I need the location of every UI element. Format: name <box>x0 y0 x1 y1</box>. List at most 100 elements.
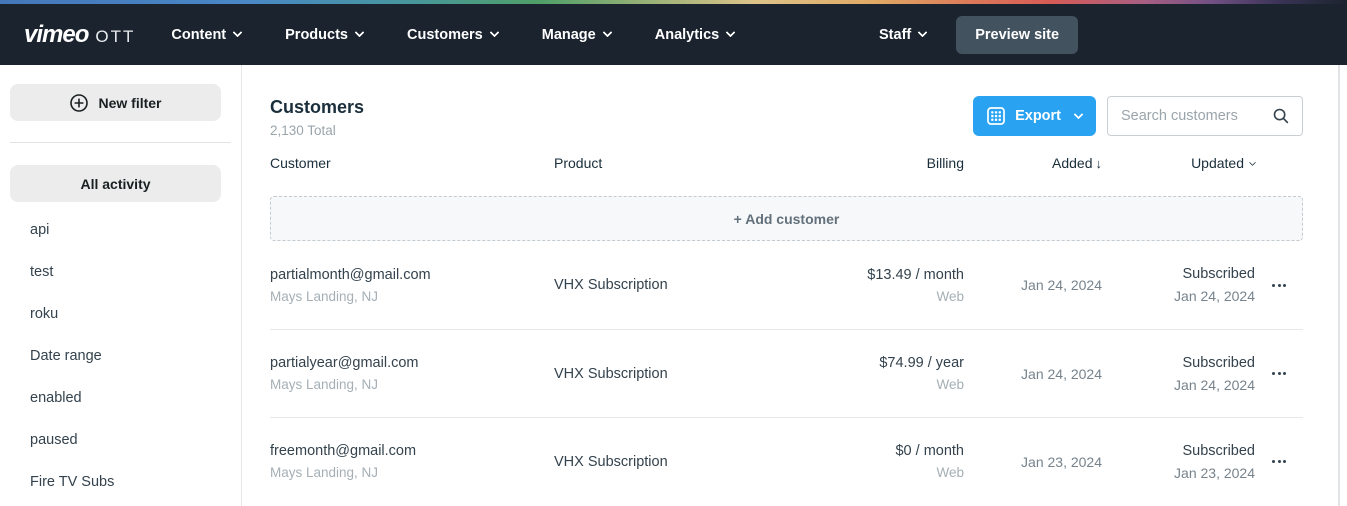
grid-table-icon <box>987 107 1005 125</box>
product-cell: VHX Subscription <box>554 454 794 470</box>
chevron-down-icon <box>233 28 243 38</box>
filter-item-test[interactable]: test <box>0 251 241 293</box>
added-date: Jan 24, 2024 <box>964 366 1102 382</box>
search-input[interactable] <box>1121 108 1272 124</box>
nav-item-label: Analytics <box>655 27 719 43</box>
nav-item-analytics[interactable]: Analytics <box>655 27 734 43</box>
column-header-customer[interactable]: Customer <box>270 155 554 171</box>
navbar-right-group: Staff Preview site <box>879 4 1078 65</box>
table-header-row: Customer Product Billing Added ↓ Updated <box>270 155 1303 171</box>
table-row[interactable]: partialmonth@gmail.com Mays Landing, NJ … <box>270 241 1303 329</box>
all-activity-button[interactable]: All activity <box>10 165 221 202</box>
staff-menu[interactable]: Staff <box>879 27 926 43</box>
customer-location: Mays Landing, NJ <box>270 289 554 304</box>
column-header-updated[interactable]: Updated <box>1102 155 1255 171</box>
nav-item-customers[interactable]: Customers <box>407 27 498 43</box>
column-header-label: Customer <box>270 155 331 171</box>
billing-cell: $13.49 / month Web <box>794 267 964 304</box>
billing-platform: Web <box>936 465 964 480</box>
customers-total-count: 2,130 Total <box>270 123 364 138</box>
nav-item-label: Manage <box>542 27 596 43</box>
filter-item-paused[interactable]: paused <box>0 419 241 461</box>
staff-menu-label: Staff <box>879 27 911 43</box>
header-actions: Export <box>973 96 1303 136</box>
row-options-ellipsis-button[interactable] <box>1268 454 1290 469</box>
add-customer-button[interactable]: + Add customer <box>270 196 1303 241</box>
row-options-ellipsis-button[interactable] <box>1268 278 1290 293</box>
table-row[interactable]: freemonth@gmail.com Mays Landing, NJ VHX… <box>270 417 1303 505</box>
added-date: Jan 24, 2024 <box>964 277 1102 293</box>
top-navbar: vimeo OTT Content Products Customers Man… <box>0 0 1347 65</box>
main-header: Customers 2,130 Total Export <box>270 96 1303 138</box>
new-filter-label: New filter <box>98 95 161 111</box>
chevron-down-icon <box>918 28 928 38</box>
column-header-billing[interactable]: Billing <box>794 155 964 171</box>
table-row[interactable]: partialyear@gmail.com Mays Landing, NJ V… <box>270 329 1303 417</box>
column-header-product[interactable]: Product <box>554 155 794 171</box>
logo-suffix-text: OTT <box>95 27 135 47</box>
filter-item-roku[interactable]: roku <box>0 293 241 335</box>
search-box <box>1107 96 1303 136</box>
new-filter-button[interactable]: New filter <box>10 84 221 121</box>
actions-cell <box>1255 454 1303 469</box>
customer-email[interactable]: partialyear@gmail.com <box>270 355 554 371</box>
subscription-status: Subscribed <box>1182 266 1255 282</box>
export-button[interactable]: Export <box>973 96 1096 136</box>
nav-item-manage[interactable]: Manage <box>542 27 611 43</box>
chevron-down-icon <box>355 28 365 38</box>
row-options-ellipsis-button[interactable] <box>1268 366 1290 381</box>
product-cell: VHX Subscription <box>554 277 794 293</box>
billing-price: $74.99 / year <box>879 355 964 371</box>
column-header-added[interactable]: Added ↓ <box>964 155 1102 171</box>
customer-email[interactable]: partialmonth@gmail.com <box>270 267 554 283</box>
billing-cell: $0 / month Web <box>794 443 964 480</box>
nav-item-label: Content <box>171 27 226 43</box>
sidebar-divider <box>10 142 231 143</box>
subscription-status: Subscribed <box>1182 355 1255 371</box>
nav-item-content[interactable]: Content <box>171 27 241 43</box>
billing-platform: Web <box>936 289 964 304</box>
filter-item-date-range[interactable]: Date range <box>0 335 241 377</box>
vimeo-ott-logo[interactable]: vimeo OTT <box>24 21 135 49</box>
column-header-label: Updated <box>1191 155 1244 171</box>
primary-nav: Content Products Customers Manage Analyt… <box>171 27 734 43</box>
plus-circle-icon <box>69 93 89 113</box>
filter-item-enabled[interactable]: enabled <box>0 377 241 419</box>
filter-item-fire-tv-subs[interactable]: Fire TV Subs <box>0 461 241 503</box>
billing-price: $0 / month <box>895 443 964 459</box>
customer-cell: partialmonth@gmail.com Mays Landing, NJ <box>270 267 554 304</box>
updated-cell: Subscribed Jan 24, 2024 <box>1102 266 1255 304</box>
saved-filters-list: api test roku Date range enabled paused … <box>0 209 241 503</box>
customer-cell: freemonth@gmail.com Mays Landing, NJ <box>270 443 554 480</box>
page: vimeo OTT Content Products Customers Man… <box>0 0 1347 506</box>
scrollbar-track[interactable] <box>1338 65 1340 506</box>
export-button-label: Export <box>1015 108 1061 124</box>
chevron-down-icon <box>489 28 499 38</box>
updated-date: Jan 24, 2024 <box>1174 288 1255 304</box>
filter-item-api[interactable]: api <box>0 209 241 251</box>
column-header-label: Billing <box>927 155 964 171</box>
chevron-down-icon <box>602 28 612 38</box>
customer-email[interactable]: freemonth@gmail.com <box>270 443 554 459</box>
nav-item-products[interactable]: Products <box>285 27 363 43</box>
added-date: Jan 23, 2024 <box>964 454 1102 470</box>
filters-sidebar: New filter All activity api test roku Da… <box>0 65 242 506</box>
title-block: Customers 2,130 Total <box>270 96 364 138</box>
column-header-label: Added <box>1052 155 1092 171</box>
customer-location: Mays Landing, NJ <box>270 465 554 480</box>
customer-cell: partialyear@gmail.com Mays Landing, NJ <box>270 355 554 392</box>
chevron-down-icon <box>1249 158 1256 165</box>
rainbow-gradient-strip <box>0 0 1347 4</box>
customer-location: Mays Landing, NJ <box>270 377 554 392</box>
search-icon[interactable] <box>1272 107 1290 125</box>
billing-price: $13.49 / month <box>867 267 964 283</box>
updated-date: Jan 24, 2024 <box>1174 377 1255 393</box>
billing-cell: $74.99 / year Web <box>794 355 964 392</box>
actions-cell <box>1255 278 1303 293</box>
preview-site-button[interactable]: Preview site <box>956 16 1078 54</box>
nav-item-label: Products <box>285 27 348 43</box>
product-cell: VHX Subscription <box>554 366 794 382</box>
subscription-status: Subscribed <box>1182 443 1255 459</box>
updated-cell: Subscribed Jan 24, 2024 <box>1102 355 1255 393</box>
nav-item-label: Customers <box>407 27 483 43</box>
